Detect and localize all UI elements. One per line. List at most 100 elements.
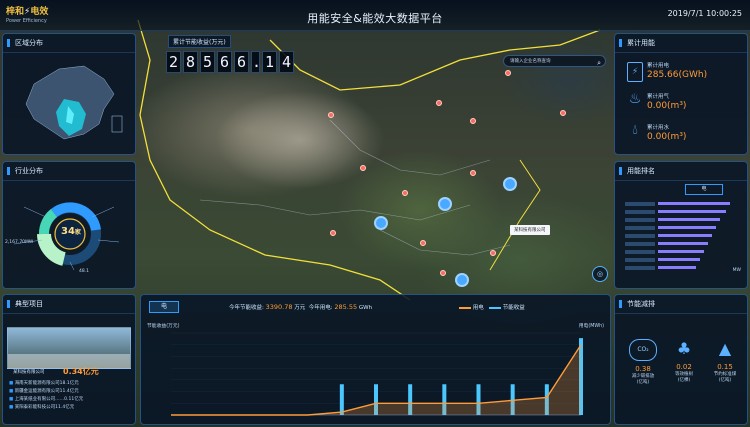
map-pin[interactable] xyxy=(440,270,446,276)
map-pin[interactable] xyxy=(470,118,476,124)
industry-panel: 行业分布 34家 2,167.70MW 48.1 xyxy=(2,161,136,289)
ranking-row[interactable] xyxy=(625,216,737,223)
map-cluster[interactable] xyxy=(455,273,469,287)
bar xyxy=(339,384,344,415)
map-tooltip: 某科技有限公司 xyxy=(510,225,550,235)
cumulative-gas: ♨ 累计用气 0.00(m³) xyxy=(623,89,743,120)
map-pin[interactable] xyxy=(402,190,408,196)
savings-counter-label: 累计节能收益(万元) xyxy=(168,35,231,48)
map-pin[interactable] xyxy=(420,240,426,246)
list-item-label: 新疆金运能源有限公司11.4亿元 xyxy=(14,389,79,394)
savings-coal: ▲ 0.15 节约标准煤 (亿吨) xyxy=(705,339,745,383)
list-item-label: 上海某纸业有限公司……0.11亿元 xyxy=(14,397,84,402)
project-panel: 典型项目 某科技有限公司 0.34亿元 ■ 海南天新能源有限公司18.1亿元 ■… xyxy=(2,294,136,425)
panel-title: 典型项目 xyxy=(15,300,43,308)
counter-digit: 4 xyxy=(279,51,294,73)
counter-digit: 2 xyxy=(166,51,181,73)
savings-value: 0.38 xyxy=(635,365,651,373)
cumulative-label: 累计用水 xyxy=(647,125,670,131)
ranking-row[interactable] xyxy=(625,224,737,231)
co2-icon: CO₂ xyxy=(629,339,657,361)
savings-unit: (亿棵) xyxy=(677,378,691,383)
trend-chart[interactable] xyxy=(141,295,612,426)
flame-icon: ♨ xyxy=(628,91,642,107)
panel-title: 行业分布 xyxy=(15,167,43,175)
industry-center-value: 34家 xyxy=(61,226,81,237)
project-photo[interactable] xyxy=(7,327,131,369)
cumulative-list: ⚡ 累计用电 285.66(GWh) ♨ 累计用气 0.00(m³) 💧︎ 累计… xyxy=(623,58,743,151)
ranking-bars xyxy=(625,200,737,272)
map-pin[interactable] xyxy=(505,70,511,76)
panel-header: 用能排名 xyxy=(615,162,747,181)
ranking-row[interactable] xyxy=(625,264,737,271)
map-pin[interactable] xyxy=(436,100,442,106)
battery-icon: ⚡ xyxy=(627,62,643,82)
search-placeholder: 请输入企业名称查询 xyxy=(510,59,551,64)
project-list: ■ 海南天新能源有限公司18.1亿元 ■ 新疆金运能源有限公司11.4亿元 ■ … xyxy=(9,380,131,412)
panel-title: 累计用能 xyxy=(627,39,655,47)
panel-header: 行业分布 xyxy=(3,162,135,181)
ring-label: 2,167.70MW xyxy=(5,240,34,245)
savings-value: 0.02 xyxy=(676,363,692,371)
panel-header: 节能减排 xyxy=(615,295,747,314)
savings-tree: ♣ 0.02 等效植树 (亿棵) xyxy=(664,339,704,383)
center-unit: 家 xyxy=(74,229,81,236)
list-item[interactable]: ■ 新疆金运能源有限公司11.4亿元 xyxy=(9,388,131,396)
ranking-panel: 用能排名 电 MW xyxy=(614,161,748,289)
ranking-row[interactable] xyxy=(625,256,737,263)
top-bar: 梓和⚡电效 Power Efficiency 用能安全&能效大数据平台 2019… xyxy=(0,0,750,31)
savings-co2: CO₂ 0.38 减少碳排放 (亿吨) xyxy=(623,339,663,385)
map-pin[interactable] xyxy=(560,110,566,116)
trend-panel: 电 今年节能收益: 3390.78 万元 今年用电: 285.55 GWh 用电… xyxy=(140,294,611,425)
tree-icon: ♣ xyxy=(676,339,692,358)
savings-unit: (亿吨) xyxy=(718,378,732,383)
savings-panel: 节能减排 CO₂ 0.38 减少碳排放 (亿吨) ♣ 0.02 等效植树 (亿棵… xyxy=(614,294,748,425)
map-pin[interactable] xyxy=(360,165,366,171)
tab-electric[interactable]: 电 xyxy=(685,184,723,195)
map-cluster[interactable] xyxy=(503,177,517,191)
panel-title: 用能排名 xyxy=(627,167,655,175)
list-item[interactable]: ■ 某阳泰彩能科技公司11.4亿元 xyxy=(9,404,131,412)
ranking-unit: MW xyxy=(732,268,741,273)
ranking-row[interactable] xyxy=(625,240,737,247)
cumulative-water: 💧︎ 累计用水 0.00(m³) xyxy=(623,120,743,151)
panel-header: 典型项目 xyxy=(3,295,135,314)
datetime: 2019/7/1 10:00:25 xyxy=(667,9,742,18)
project-company: 某科技有限公司 xyxy=(13,370,45,375)
project-amount: 0.34亿元 xyxy=(63,367,99,376)
coal-icon: ▲ xyxy=(718,339,732,358)
panel-header: 区域分布 xyxy=(3,34,135,53)
search-icon[interactable]: ⌕ xyxy=(597,57,601,69)
water-drop-icon: 💧︎ xyxy=(632,122,638,138)
list-item[interactable]: ■ 上海某纸业有限公司……0.11亿元 xyxy=(9,396,131,404)
savings-unit: (亿吨) xyxy=(636,380,650,385)
list-item-label: 海南天新能源有限公司18.1亿元 xyxy=(14,381,79,386)
cumulative-value: 0.00(m³) xyxy=(647,132,687,142)
cumulative-label: 累计用电 xyxy=(647,63,670,69)
ranking-row[interactable] xyxy=(625,200,737,207)
list-item[interactable]: ■ 海南天新能源有限公司18.1亿元 xyxy=(9,380,131,388)
company-search-input[interactable]: 请输入企业名称查询 ⌕ xyxy=(503,55,606,67)
counter-digit: 8 xyxy=(183,51,198,73)
ring-label: 48.1 xyxy=(79,269,90,274)
china-minimap[interactable] xyxy=(4,54,136,154)
page-title: 用能安全&能效大数据平台 xyxy=(307,12,443,25)
ranking-row[interactable] xyxy=(625,248,737,255)
map-cluster[interactable] xyxy=(374,216,388,230)
counter-digit: 6 xyxy=(217,51,232,73)
counter-digit: 5 xyxy=(200,51,215,73)
counter-digit: . xyxy=(251,51,262,73)
map-pin[interactable] xyxy=(328,112,334,118)
cumulative-value: 285.66(GWh) xyxy=(647,70,708,80)
ranking-row[interactable] xyxy=(625,232,737,239)
map-cluster[interactable] xyxy=(438,197,452,211)
ranking-row[interactable] xyxy=(625,208,737,215)
map-pin[interactable] xyxy=(330,230,336,236)
savings-counter: 2 8 5 6 6 . 1 4 xyxy=(166,51,294,73)
panel-header: 累计用能 xyxy=(615,34,747,53)
locate-icon[interactable]: ◎ xyxy=(592,266,608,282)
list-item-label: 某阳泰彩能科技公司11.4亿元 xyxy=(14,405,75,410)
counter-digit: 1 xyxy=(262,51,277,73)
map-pin[interactable] xyxy=(490,250,496,256)
map-pin[interactable] xyxy=(470,170,476,176)
